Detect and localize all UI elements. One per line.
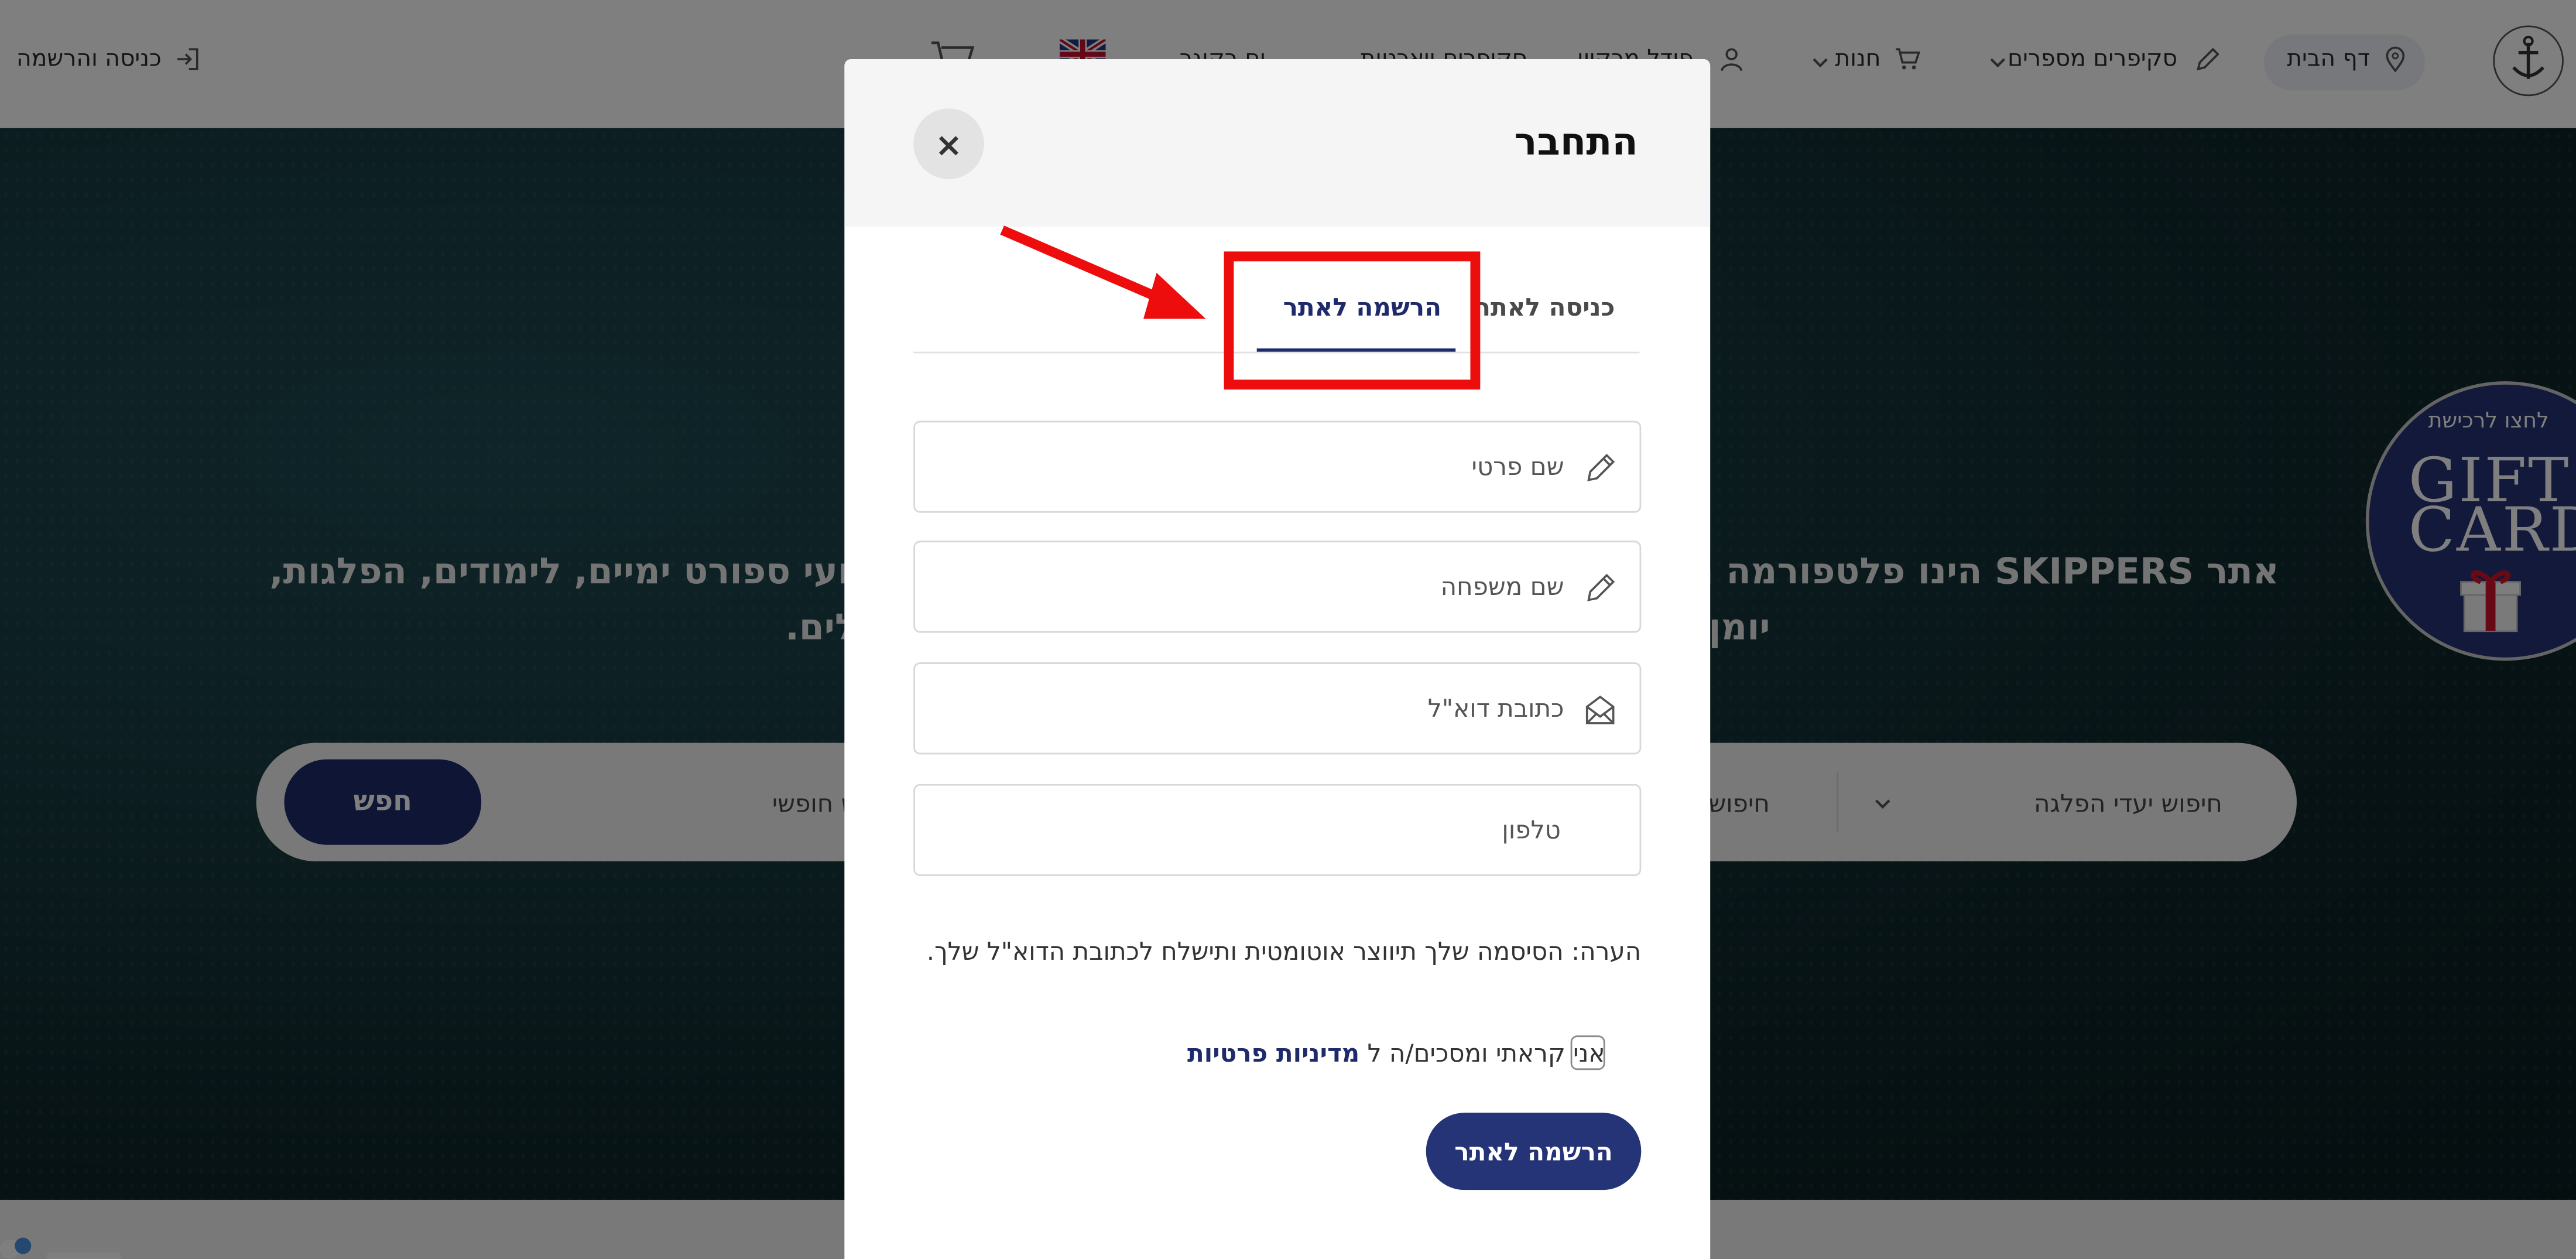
phone-field	[913, 784, 1642, 877]
pencil-icon	[1587, 453, 1615, 481]
login-modal: התחבר × כניסה לאתר הרשמה לאתר הערה: הסיס…	[844, 59, 1711, 1259]
consent-text: אני קראתי ומסכים/ה ל מדיניות פרטיות	[1187, 1039, 1605, 1069]
email-input[interactable]	[934, 663, 1564, 753]
last-name-input[interactable]	[934, 542, 1564, 631]
phone-input[interactable]	[934, 785, 1561, 875]
password-note: הערה: הסיסמה שלך תיווצר אוטומטית ותישלח …	[926, 936, 1642, 967]
first-name-field	[913, 420, 1642, 513]
modal-title: התחבר	[1514, 121, 1638, 165]
pencil-icon	[1587, 573, 1615, 601]
close-icon: ×	[934, 124, 963, 164]
first-name-input[interactable]	[934, 422, 1564, 511]
register-submit-button[interactable]: הרשמה לאתר	[1426, 1113, 1642, 1190]
consent-label: אני קראתי ומסכים/ה ל	[1367, 1038, 1605, 1069]
tab-login[interactable]: כניסה לאתר	[1476, 293, 1615, 323]
email-field	[913, 662, 1642, 755]
envelope-icon	[1585, 695, 1615, 724]
annotation-highlight-box	[1224, 251, 1481, 390]
annotation-arrow	[1000, 225, 1206, 319]
close-button[interactable]: ×	[913, 108, 984, 179]
last-name-field	[913, 540, 1642, 633]
privacy-policy-link[interactable]: מדיניות פרטיות	[1187, 1039, 1359, 1069]
